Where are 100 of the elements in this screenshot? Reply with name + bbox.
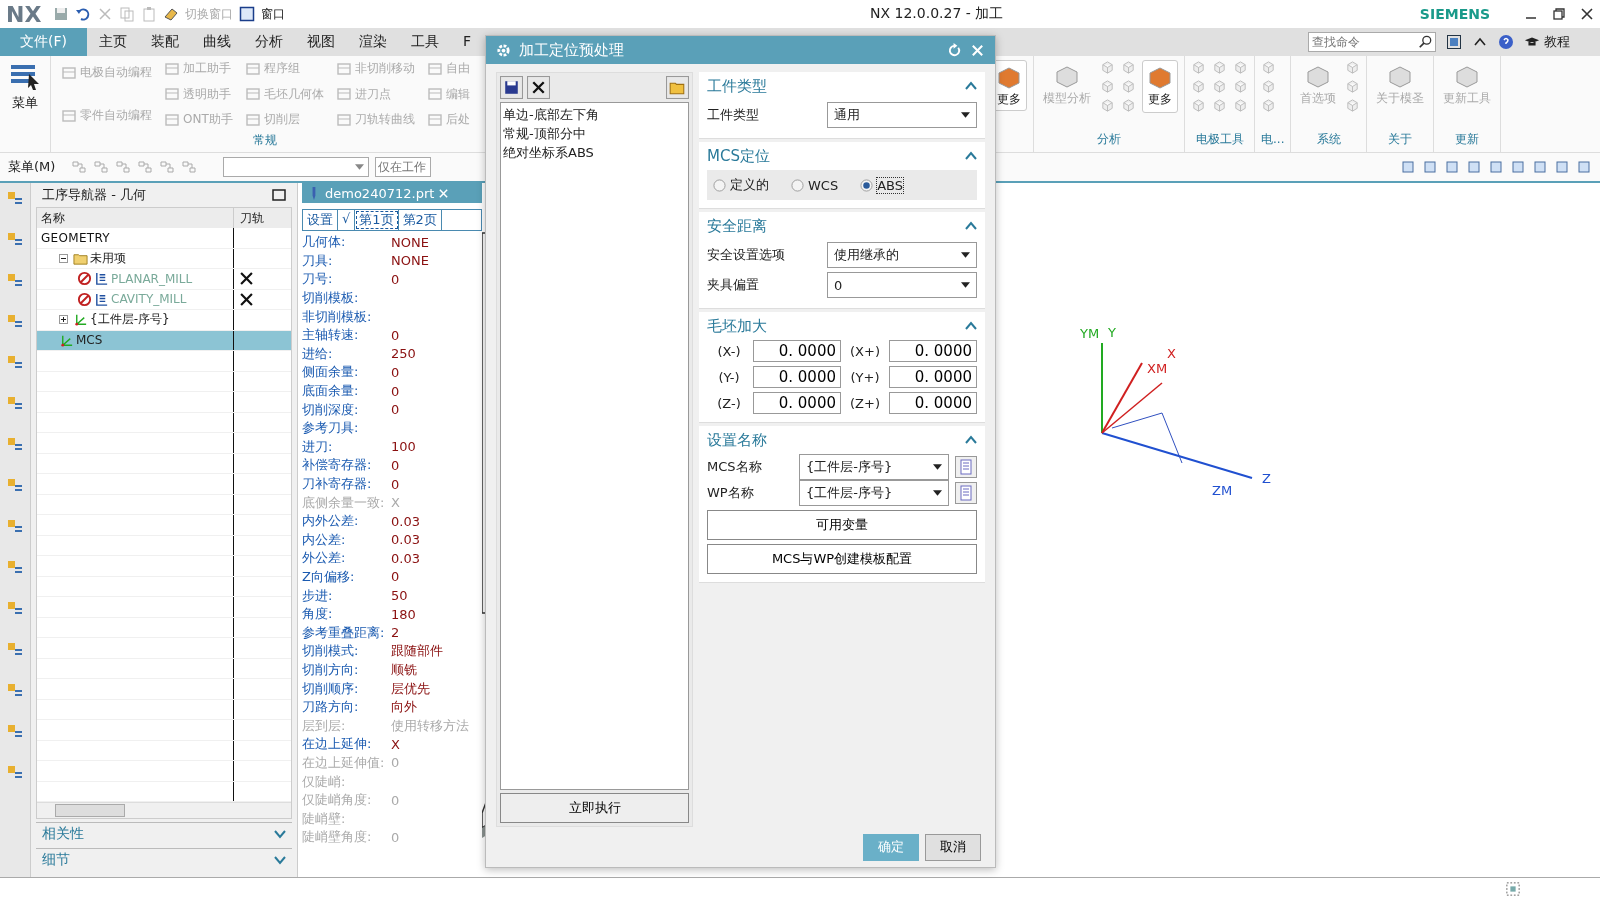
cube-icon[interactable] bbox=[1212, 60, 1227, 75]
page-tab[interactable]: √ bbox=[338, 210, 356, 230]
cube-icon[interactable] bbox=[1212, 79, 1227, 94]
cube-icon[interactable] bbox=[1191, 60, 1206, 75]
cube-icon[interactable] bbox=[1233, 98, 1248, 113]
view-icon[interactable] bbox=[1576, 159, 1592, 175]
view-icon[interactable] bbox=[1532, 159, 1548, 175]
page-tab[interactable]: 设置 bbox=[303, 210, 338, 230]
radio-option[interactable]: WCS bbox=[791, 176, 839, 194]
menu-tab[interactable]: 主页 bbox=[87, 28, 139, 56]
tree-row[interactable]: 未用项 bbox=[37, 248, 291, 269]
number-field[interactable]: 0. 0000 bbox=[889, 392, 977, 414]
tree-row[interactable]: GEOMETRY bbox=[37, 228, 291, 249]
panel-header[interactable]: 细节 bbox=[36, 848, 292, 871]
cube-icon[interactable] bbox=[1233, 60, 1248, 75]
section-header[interactable]: 安全距离 bbox=[707, 212, 977, 240]
ribbon-command[interactable]: 更多 bbox=[1142, 60, 1178, 113]
save-icon[interactable] bbox=[500, 76, 523, 99]
section-header[interactable]: 毛坯加大 bbox=[707, 312, 977, 340]
reset-icon[interactable] bbox=[947, 42, 962, 58]
maximize-icon[interactable] bbox=[272, 188, 286, 202]
paste-icon[interactable] bbox=[141, 6, 158, 22]
template-item[interactable]: 绝对坐标系ABS bbox=[503, 143, 686, 162]
dropdown[interactable]: 使用继承的 bbox=[827, 242, 977, 268]
type-filter-dropdown[interactable] bbox=[223, 157, 370, 177]
cube-icon[interactable] bbox=[1261, 60, 1276, 75]
view-icon[interactable] bbox=[1554, 159, 1570, 175]
view-icon[interactable] bbox=[1510, 159, 1526, 175]
section-header[interactable]: 工件类型 bbox=[707, 72, 977, 100]
cube-icon[interactable] bbox=[1121, 79, 1136, 94]
cube-icon[interactable] bbox=[1121, 98, 1136, 113]
dropdown[interactable]: 通用 bbox=[827, 102, 977, 128]
list-icon[interactable] bbox=[955, 482, 977, 504]
page-tab[interactable]: 第1页 bbox=[355, 210, 399, 230]
tree-row[interactable]: {工件层-序号} bbox=[37, 310, 291, 331]
cube-icon[interactable] bbox=[1345, 60, 1361, 75]
menu-dropdown[interactable]: 菜单(M) bbox=[8, 158, 56, 176]
menu-tab[interactable]: 视图 bbox=[295, 28, 347, 56]
view-icon[interactable] bbox=[1488, 159, 1504, 175]
cube-icon[interactable] bbox=[1100, 60, 1115, 75]
number-field[interactable]: 0. 0000 bbox=[753, 366, 841, 388]
cube-icon[interactable] bbox=[1345, 98, 1361, 113]
dropdown[interactable]: {工件层-序号} bbox=[799, 454, 949, 480]
help-icon[interactable] bbox=[1498, 34, 1514, 50]
cube-icon[interactable] bbox=[1345, 79, 1361, 94]
tutorial-link[interactable]: 教程 bbox=[1540, 28, 1600, 56]
dropdown[interactable]: {工件层-序号} bbox=[799, 480, 949, 506]
selection-icon[interactable] bbox=[1506, 882, 1520, 896]
column-header[interactable]: 刀轨 bbox=[233, 208, 291, 228]
section-header[interactable]: MCS定位 bbox=[707, 142, 977, 170]
horizontal-scrollbar[interactable] bbox=[37, 802, 291, 818]
cube-icon[interactable] bbox=[1261, 98, 1276, 113]
page-tab[interactable]: 第2页 bbox=[398, 210, 442, 230]
column-header[interactable]: 名称 bbox=[37, 208, 233, 228]
menu-tab[interactable]: 渲染 bbox=[347, 28, 399, 56]
copy-icon[interactable] bbox=[119, 6, 136, 22]
fullscreen-icon[interactable] bbox=[1446, 34, 1462, 50]
cube-icon[interactable] bbox=[1121, 60, 1136, 75]
view-icon[interactable] bbox=[1422, 159, 1438, 175]
section-header[interactable]: 设置名称 bbox=[707, 426, 977, 454]
menu-tab[interactable]: 曲线 bbox=[191, 28, 243, 56]
search-icon[interactable] bbox=[1418, 35, 1432, 49]
run-button[interactable]: 立即执行 bbox=[500, 793, 689, 823]
cube-icon[interactable] bbox=[1191, 79, 1206, 94]
menu-button[interactable]: 菜单 bbox=[0, 56, 50, 152]
view-icon[interactable] bbox=[1400, 159, 1416, 175]
cube-icon[interactable] bbox=[1100, 79, 1115, 94]
search-field[interactable]: 查找命令 bbox=[1308, 32, 1436, 52]
cube-icon[interactable] bbox=[1191, 98, 1206, 113]
cube-icon[interactable] bbox=[1100, 98, 1115, 113]
undo-icon[interactable] bbox=[75, 6, 92, 22]
cube-icon[interactable] bbox=[1212, 98, 1227, 113]
filter-field[interactable]: 仅在工作 bbox=[375, 157, 432, 177]
menu-tab[interactable]: F bbox=[451, 28, 484, 56]
number-field[interactable]: 0. 0000 bbox=[889, 340, 977, 362]
number-field[interactable]: 0. 0000 bbox=[889, 366, 977, 388]
number-field[interactable]: 0. 0000 bbox=[753, 340, 841, 362]
menu-tab[interactable]: 装配 bbox=[139, 28, 191, 56]
menu-tab[interactable]: 工具 bbox=[399, 28, 451, 56]
close-icon[interactable] bbox=[1580, 7, 1594, 21]
section-button[interactable]: 可用变量 bbox=[707, 510, 977, 540]
delete-icon[interactable] bbox=[527, 76, 550, 99]
panel-header[interactable]: 相关性 bbox=[36, 822, 292, 845]
radio-option[interactable]: 定义的 bbox=[713, 176, 769, 194]
expand-icon[interactable] bbox=[59, 315, 68, 325]
section-button[interactable]: MCS与WP创建模板配置 bbox=[707, 544, 977, 574]
template-item[interactable]: 单边-底部左下角 bbox=[503, 105, 686, 124]
restore-icon[interactable] bbox=[1552, 7, 1566, 21]
dropdown[interactable]: 0 bbox=[827, 272, 977, 298]
menu-tab[interactable]: 分析 bbox=[243, 28, 295, 56]
eraser-icon[interactable] bbox=[163, 6, 180, 22]
cube-icon[interactable] bbox=[1233, 79, 1248, 94]
list-icon[interactable] bbox=[955, 456, 977, 478]
number-field[interactable]: 0. 0000 bbox=[753, 392, 841, 414]
open-folder-icon[interactable] bbox=[666, 76, 689, 99]
template-item[interactable]: 常规-顶部分中 bbox=[503, 124, 686, 143]
window-menu[interactable]: 窗口 bbox=[261, 5, 286, 23]
radio-option[interactable]: ABS bbox=[860, 176, 904, 194]
view-icon[interactable] bbox=[1444, 159, 1460, 175]
view-icon[interactable] bbox=[1466, 159, 1482, 175]
